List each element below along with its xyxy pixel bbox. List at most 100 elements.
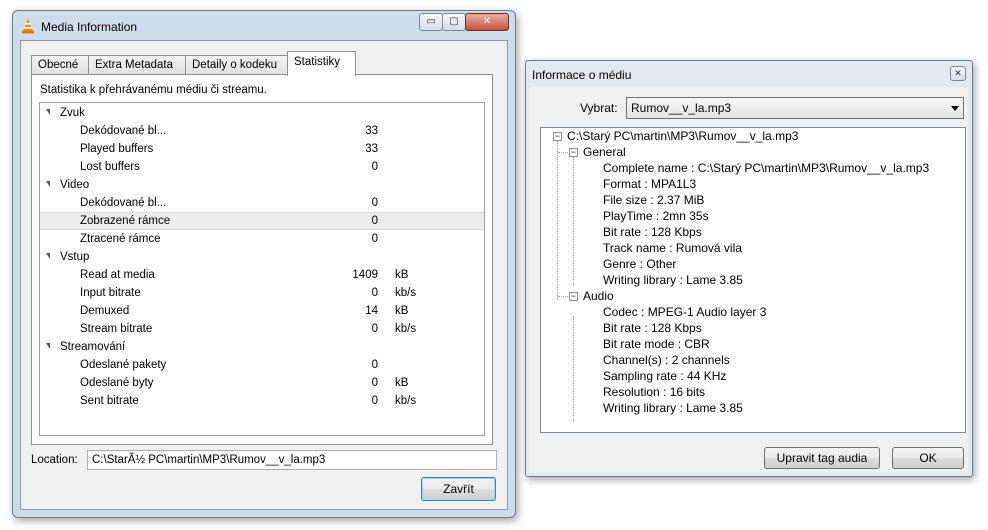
- stat-label: Dekódované bl...: [80, 125, 167, 137]
- stat-row[interactable]: Read at media 1409 kB: [40, 266, 484, 284]
- collapse-arrow-icon[interactable]: [46, 343, 50, 349]
- tree-leaf[interactable]: Sampling rate : 44 KHz: [603, 368, 726, 384]
- stat-label: Input bitrate: [80, 287, 141, 299]
- stat-value: 1409: [352, 269, 378, 281]
- maximize-button[interactable]: ▢: [442, 13, 466, 31]
- stat-row[interactable]: Demuxed 14 kB: [40, 302, 484, 320]
- media-info-titlebar[interactable]: Informace o médiu ✕: [526, 61, 972, 87]
- tree-guide: [557, 140, 558, 300]
- stat-label: Lost buffers: [80, 161, 140, 173]
- collapse-icon[interactable]: −: [569, 148, 578, 157]
- stat-value: 33: [365, 143, 378, 155]
- stat-label: Zobrazené rámce: [80, 215, 171, 227]
- tree-leaf[interactable]: Track name : Rumová vila: [603, 240, 742, 256]
- category-label: Video: [60, 179, 90, 191]
- stat-row[interactable]: Odeslané byty 0 kB: [40, 374, 484, 392]
- collapse-arrow-icon[interactable]: [46, 109, 50, 115]
- tree-leaf[interactable]: Genre : Other: [603, 256, 676, 272]
- stat-label: Dekódované bl...: [80, 197, 167, 209]
- statistics-description: Statistika k přehrávanému médiu či strea…: [40, 84, 267, 96]
- stat-unit: kB: [395, 377, 409, 389]
- stat-label: Stream bitrate: [80, 323, 153, 335]
- close-button[interactable]: ✕: [950, 66, 966, 81]
- stat-value: 0: [371, 287, 378, 299]
- statistics-tree[interactable]: Zvuk Dekódované bl... 33 Played buffers …: [39, 102, 485, 436]
- stat-row[interactable]: Dekódované bl... 0: [40, 194, 484, 212]
- stat-value: 0: [371, 359, 378, 371]
- category-video[interactable]: Video: [40, 176, 484, 194]
- stat-row[interactable]: Ztracené rámce 0: [40, 230, 484, 248]
- category-label: Streamování: [60, 341, 126, 353]
- stat-label: Read at media: [80, 269, 155, 281]
- stat-label: Ztracené rámce: [80, 233, 161, 245]
- category-zvuk[interactable]: Zvuk: [40, 104, 484, 122]
- tree-leaf[interactable]: Complete name : C:\Starý PC\martin\MP3\R…: [603, 160, 929, 176]
- statistics-panel: Statistika k přehrávanému médiu či strea…: [31, 74, 493, 445]
- stat-value: 0: [371, 323, 378, 335]
- stat-label: Played buffers: [80, 143, 154, 155]
- close-button[interactable]: ✕: [465, 13, 509, 31]
- stat-value: 33: [365, 125, 378, 137]
- stat-value: 0: [371, 197, 378, 209]
- tree-leaf[interactable]: File size : 2.37 MiB: [603, 192, 704, 208]
- media-info-window: Informace o médiu ✕ Vybrat: Rumov__v_la.…: [525, 60, 973, 477]
- stat-value: 0: [371, 233, 378, 245]
- stat-value: 0: [371, 215, 378, 227]
- stat-row-selected[interactable]: Zobrazené rámce 0: [40, 212, 484, 230]
- file-select[interactable]: Rumov__v_la.mp3: [626, 97, 964, 119]
- stat-value: 0: [371, 161, 378, 173]
- tree-leaf[interactable]: Bit rate : 128 Kbps: [603, 224, 702, 240]
- vlc-media-info-window: Media Information ▭ ▢ ✕ Obecné Extra Met…: [12, 10, 516, 518]
- chevron-down-icon: [951, 106, 959, 111]
- tree-leaf[interactable]: Bit rate : 128 Kbps: [603, 320, 702, 336]
- collapse-icon[interactable]: −: [553, 132, 562, 141]
- stat-label: Odeslané pakety: [80, 359, 167, 371]
- close-dialog-button[interactable]: Zavřít: [421, 477, 496, 501]
- tree-node-audio[interactable]: Audio: [583, 288, 614, 304]
- tab-statistiky[interactable]: Statistiky: [287, 51, 356, 76]
- location-field[interactable]: C:\StarÃ½ PC\martin\MP3\Rumov__v_la.mp3: [87, 450, 497, 470]
- stat-unit: kb/s: [395, 323, 417, 335]
- tree-guide: [573, 156, 574, 286]
- minimize-button[interactable]: ▭: [419, 13, 443, 31]
- media-info-tree[interactable]: − C:\Starý PC\martin\MP3\Rumov__v_la.mp3…: [540, 127, 966, 433]
- ok-button[interactable]: OK: [892, 447, 964, 469]
- stat-row[interactable]: Lost buffers 0: [40, 158, 484, 176]
- stat-row[interactable]: Dekódované bl... 33: [40, 122, 484, 140]
- tree-leaf[interactable]: Writing library : Lame 3.85: [603, 272, 743, 288]
- collapse-arrow-icon[interactable]: [46, 253, 50, 259]
- collapse-icon[interactable]: −: [569, 292, 578, 301]
- stat-value: 14: [365, 305, 378, 317]
- vlc-titlebar[interactable]: Media Information ▭ ▢ ✕: [13, 11, 515, 41]
- stat-label: Demuxed: [80, 305, 130, 317]
- tree-leaf[interactable]: Codec : MPEG-1 Audio layer 3: [603, 304, 766, 320]
- tree-leaf[interactable]: Bit rate mode : CBR: [603, 336, 710, 352]
- tree-leaf[interactable]: Format : MPA1L3: [603, 176, 696, 192]
- stat-unit: kb/s: [395, 395, 417, 407]
- tree-leaf[interactable]: Channel(s) : 2 channels: [603, 352, 730, 368]
- category-streamovani[interactable]: Streamování: [40, 338, 484, 356]
- collapse-arrow-icon[interactable]: [46, 181, 50, 187]
- tree-root[interactable]: C:\Starý PC\martin\MP3\Rumov__v_la.mp3: [567, 128, 798, 144]
- location-label: Location:: [31, 454, 78, 466]
- tree-leaf[interactable]: Writing library : Lame 3.85: [603, 400, 743, 416]
- category-label: Vstup: [60, 251, 90, 263]
- stat-unit: kB: [395, 269, 409, 281]
- stat-row[interactable]: Sent bitrate 0 kb/s: [40, 392, 484, 410]
- stat-row[interactable]: Played buffers 33: [40, 140, 484, 158]
- edit-audio-tag-button[interactable]: Upravit tag audia: [764, 447, 880, 469]
- tree-leaf[interactable]: PlayTime : 2mn 35s: [603, 208, 709, 224]
- tab-obecne[interactable]: Obecné: [31, 55, 89, 75]
- category-vstup[interactable]: Vstup: [40, 248, 484, 266]
- tab-extra-metadata[interactable]: Extra Metadata: [88, 55, 186, 75]
- tree-node-general[interactable]: General: [583, 144, 626, 160]
- stat-row[interactable]: Odeslané pakety 0: [40, 356, 484, 374]
- tab-detaily-o-kodeku[interactable]: Detaily o kodeku: [185, 55, 288, 75]
- stat-value: 0: [371, 377, 378, 389]
- stat-row[interactable]: Input bitrate 0 kb/s: [40, 284, 484, 302]
- tree-guide: [573, 316, 574, 422]
- stat-label: Sent bitrate: [80, 395, 139, 407]
- tree-leaf[interactable]: Resolution : 16 bits: [603, 384, 705, 400]
- stat-value: 0: [371, 395, 378, 407]
- stat-row[interactable]: Stream bitrate 0 kb/s: [40, 320, 484, 338]
